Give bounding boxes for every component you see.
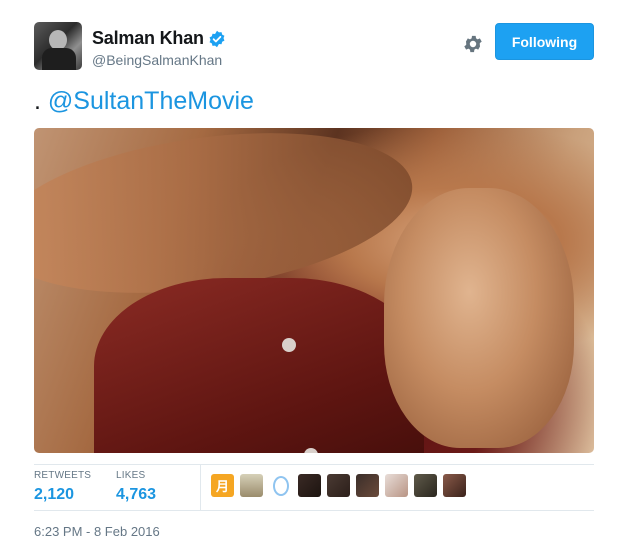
liker-avatar[interactable]: [298, 474, 321, 497]
retweets-label: RETWEETS: [34, 470, 92, 481]
divider: [34, 510, 594, 511]
gear-icon[interactable]: [462, 33, 484, 55]
liker-avatar[interactable]: [443, 474, 466, 497]
liker-avatar[interactable]: [385, 474, 408, 497]
tweet-text: . @SultanTheMovie: [34, 87, 254, 116]
photo-shirt-button-shape: [282, 338, 296, 352]
retweets-count[interactable]: 2,120: [34, 486, 91, 504]
tweet-photo[interactable]: [34, 128, 594, 453]
retweets-stat[interactable]: RETWEETS 2,120: [34, 470, 91, 504]
verified-badge-icon: [208, 30, 226, 48]
tweet-text-prefix: .: [34, 87, 48, 115]
photo-face-shape: [384, 188, 574, 448]
stats-separator: [200, 464, 201, 510]
liker-avatar[interactable]: [327, 474, 350, 497]
likes-count[interactable]: 4,763: [116, 486, 156, 504]
liker-avatar[interactable]: [414, 474, 437, 497]
likes-label: LIKES: [116, 470, 146, 481]
liker-avatar[interactable]: [356, 474, 379, 497]
avatar[interactable]: [34, 22, 82, 70]
photo-shirt-shape: [94, 278, 424, 453]
user-info: Salman Khan @BeingSalmanKhan: [92, 28, 226, 68]
liker-avatar[interactable]: [269, 474, 292, 497]
liker-avatar[interactable]: 月: [211, 474, 234, 497]
egg-avatar-icon: [272, 475, 289, 496]
tweet-header: Salman Khan @BeingSalmanKhan Following: [34, 22, 594, 72]
user-name[interactable]: Salman Khan: [92, 28, 204, 49]
avatar-head-shape: [49, 30, 67, 50]
likes-stat[interactable]: LIKES 4,763: [116, 470, 156, 504]
user-name-row[interactable]: Salman Khan: [92, 28, 226, 49]
user-handle[interactable]: @BeingSalmanKhan: [92, 52, 226, 68]
mention-link[interactable]: @SultanTheMovie: [48, 87, 254, 115]
liker-avatar[interactable]: [240, 474, 263, 497]
divider: [34, 464, 594, 465]
following-button[interactable]: Following: [495, 23, 594, 60]
tweet-timestamp[interactable]: 6:23 PM - 8 Feb 2016: [34, 524, 160, 539]
likers-list: 月: [211, 474, 466, 497]
avatar-body-shape: [42, 48, 76, 70]
